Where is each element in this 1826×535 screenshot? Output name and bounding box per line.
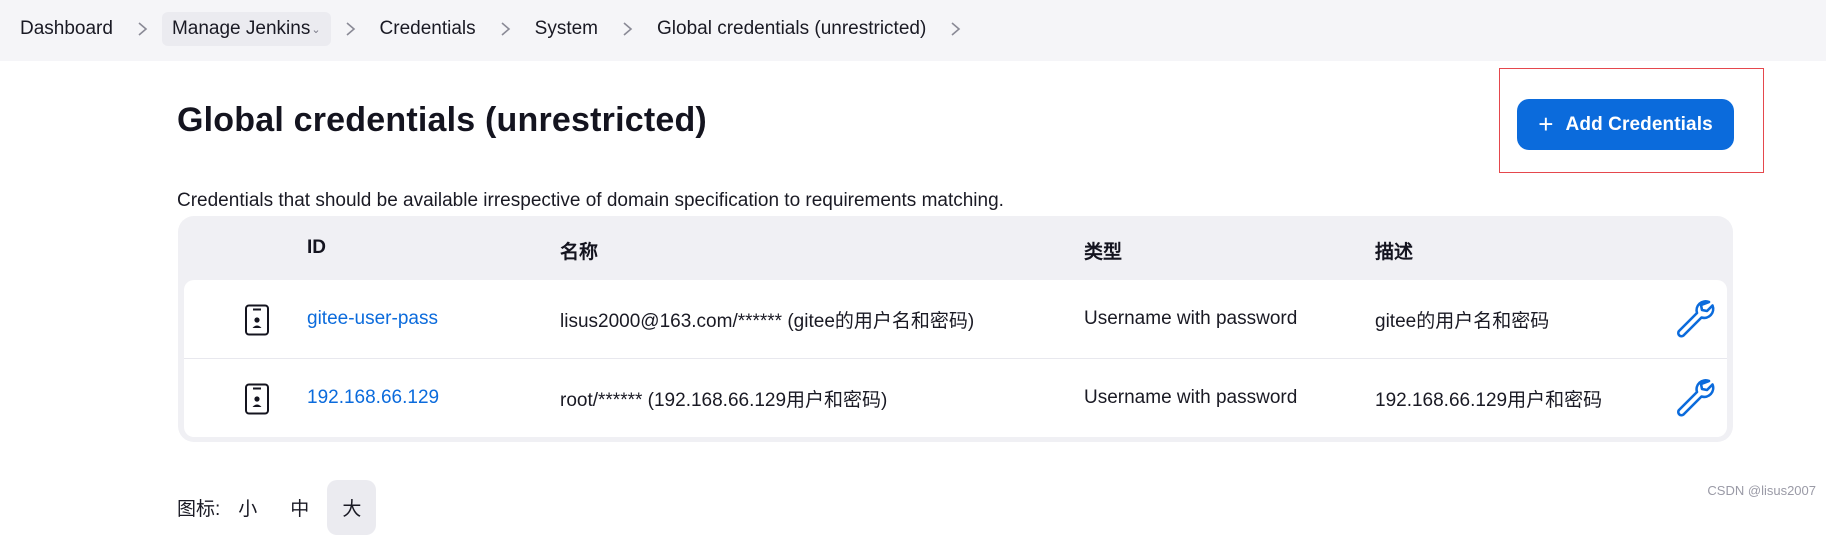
watermark: CSDN @lisus2007	[1707, 483, 1816, 498]
wrench-icon[interactable]	[1671, 375, 1715, 419]
column-header-description[interactable]: 描述	[1375, 237, 1413, 264]
credential-name-cell: root/****** (192.168.66.129用户和密码)	[560, 389, 888, 411]
chevron-right-icon	[936, 21, 975, 37]
chevron-right-icon	[486, 21, 525, 37]
credential-phone-icon	[245, 383, 269, 415]
chevron-right-icon	[608, 21, 647, 37]
credential-type-cell: Username with password	[1084, 387, 1298, 408]
breadcrumb: Dashboard Manage Jenkins ⌄ Credentials Sy…	[0, 0, 975, 58]
breadcrumb-label: System	[534, 18, 599, 39]
table-row: 192.168.66.129 root/****** (192.168.66.1…	[184, 359, 1727, 437]
credential-name-cell: lisus2000@163.com/****** (gitee的用户名和密码)	[560, 310, 975, 332]
credential-phone-icon	[245, 304, 269, 336]
credential-description-cell: gitee的用户名和密码	[1375, 310, 1550, 332]
breadcrumb-label: Dashboard	[20, 18, 113, 39]
add-credentials-button[interactable]: + Add Credentials	[1517, 99, 1734, 150]
breadcrumb-label: Manage Jenkins	[171, 18, 311, 39]
breadcrumb-label: Credentials	[379, 18, 476, 39]
add-credentials-label: Add Credentials	[1565, 113, 1713, 135]
column-header-name[interactable]: 名称	[560, 237, 598, 264]
icon-size-medium[interactable]: 中	[275, 480, 324, 535]
credential-description-cell: 192.168.66.129用户和密码	[1375, 389, 1603, 411]
credential-id-link[interactable]: gitee-user-pass	[307, 308, 438, 330]
breadcrumb-label: Global credentials (unrestricted)	[657, 18, 927, 39]
chevron-right-icon	[123, 21, 162, 37]
table-row: gitee-user-pass lisus2000@163.com/******…	[184, 280, 1727, 358]
breadcrumb-credentials[interactable]: Credentials	[370, 12, 486, 46]
chevron-down-icon[interactable]: ⌄	[311, 23, 320, 36]
page-description: Credentials that should be available irr…	[177, 190, 1004, 211]
breadcrumb-manage-jenkins[interactable]: Manage Jenkins ⌄	[161, 12, 331, 46]
icon-size-selector: 图标: 小 中 大	[177, 480, 377, 535]
plus-icon: +	[1538, 108, 1554, 139]
breadcrumb-system[interactable]: System	[525, 12, 608, 46]
icon-size-large[interactable]: 大	[327, 480, 377, 535]
icon-size-label: 图标:	[177, 499, 221, 520]
credential-type-cell: Username with password	[1084, 308, 1298, 329]
breadcrumb-global-credentials[interactable]: Global credentials (unrestricted)	[647, 12, 936, 46]
page-title: Global credentials (unrestricted)	[177, 101, 707, 139]
breadcrumb-dashboard[interactable]: Dashboard	[10, 12, 123, 46]
column-header-id[interactable]: ID	[307, 237, 326, 259]
credential-id-cell: 192.168.66.129	[307, 359, 439, 437]
breadcrumb-bar: Dashboard Manage Jenkins ⌄ Credentials Sy…	[0, 0, 1826, 61]
column-header-type[interactable]: 类型	[1084, 237, 1122, 264]
credential-id-cell: gitee-user-pass	[307, 280, 438, 358]
chevron-right-icon	[331, 21, 370, 37]
credential-id-link[interactable]: 192.168.66.129	[307, 387, 439, 409]
wrench-icon[interactable]	[1671, 296, 1715, 340]
icon-size-small[interactable]: 小	[223, 480, 272, 535]
